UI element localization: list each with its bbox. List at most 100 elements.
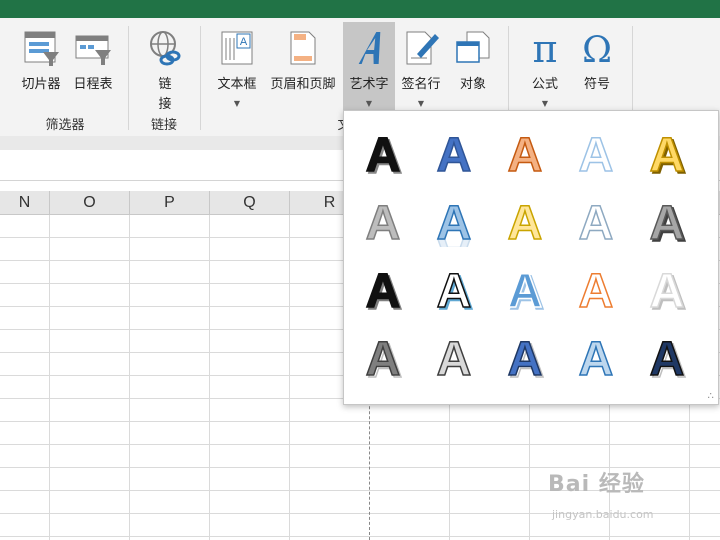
chevron-down-icon[interactable]: ▼ xyxy=(234,99,240,108)
wordart-style-option[interactable]: AA xyxy=(417,185,489,251)
grid-line xyxy=(129,215,130,540)
wordart-style-option[interactable]: A xyxy=(488,117,560,183)
textbox-button[interactable]: A 文本框 ▼ xyxy=(212,24,262,122)
wordart-style-option[interactable]: A xyxy=(488,185,560,251)
link-globe-icon xyxy=(150,31,181,66)
timeline-button[interactable]: 日程表 xyxy=(68,24,118,122)
svg-text:A: A xyxy=(437,265,472,315)
svg-text:A: A xyxy=(579,197,614,247)
svg-text:A: A xyxy=(366,265,401,315)
timeline-icon xyxy=(75,35,111,65)
svg-text:Ω: Ω xyxy=(582,30,612,68)
wordart-style-preview: A xyxy=(578,332,614,383)
svg-text:A: A xyxy=(366,197,401,247)
watermark-url: jingyan.baidu.com xyxy=(552,508,654,521)
wordart-style-preview: AA xyxy=(365,128,403,179)
wordart-style-preview: A xyxy=(578,128,614,179)
chevron-down-icon[interactable]: ▼ xyxy=(366,99,372,108)
wordart-style-preview: AA xyxy=(436,264,474,315)
wordart-style-preview: AA xyxy=(649,332,687,383)
chevron-down-icon[interactable]: ▼ xyxy=(542,99,548,108)
svg-text:A: A xyxy=(366,129,401,179)
svg-text:A: A xyxy=(579,333,614,383)
equation-button[interactable]: π 公式 ▼ xyxy=(520,24,570,122)
header-footer-button[interactable]: 页眉和页脚 xyxy=(263,24,343,122)
wordart-label: 艺术字 xyxy=(349,77,389,92)
group-label-links: 链接 xyxy=(150,118,177,133)
wordart-style-option[interactable]: AA xyxy=(488,321,560,387)
wordart-style-option[interactable]: A xyxy=(559,253,631,319)
chevron-down-icon[interactable]: ▼ xyxy=(418,99,424,108)
wordart-style-option[interactable]: A xyxy=(417,321,489,387)
symbol-label: 符号 xyxy=(583,77,610,92)
wordart-style-preview: AA xyxy=(365,332,403,383)
object-icon xyxy=(456,31,490,63)
slicer-icon xyxy=(24,31,59,66)
slicer-button[interactable]: 切片器 xyxy=(14,24,68,122)
grid-line xyxy=(0,421,720,422)
wordart-style-option[interactable]: A xyxy=(346,185,418,251)
timeline-label: 日程表 xyxy=(73,77,113,92)
wordart-style-preview: AA xyxy=(507,332,545,383)
symbol-button[interactable]: Ω 符号 xyxy=(572,24,622,122)
svg-text:A: A xyxy=(437,333,472,383)
column-header-o[interactable]: O xyxy=(50,191,130,215)
wordart-style-option[interactable]: A xyxy=(559,185,631,251)
svg-text:A: A xyxy=(650,265,685,315)
wordart-style-option[interactable]: A xyxy=(417,117,489,183)
grid-line xyxy=(0,536,720,537)
group-separator xyxy=(128,26,129,130)
wordart-style-preview: A xyxy=(365,196,401,247)
wordart-style-preview: A xyxy=(436,332,472,383)
svg-text:A: A xyxy=(366,333,401,383)
svg-text:A: A xyxy=(650,197,685,247)
wordart-style-option[interactable]: AA xyxy=(630,253,702,319)
link-button[interactable]: 链 接 xyxy=(140,24,190,122)
wordart-style-preview: A xyxy=(436,128,472,179)
omega-icon: Ω xyxy=(582,30,612,68)
object-label: 对象 xyxy=(459,77,486,92)
wordart-style-option[interactable]: AA xyxy=(630,185,702,251)
wordart-style-preview: AA xyxy=(649,128,687,179)
svg-text:A: A xyxy=(508,333,543,383)
wordart-style-preview: AA xyxy=(436,196,472,247)
signature-line-button[interactable]: 签名行 ▼ xyxy=(396,24,446,122)
signature-pen-icon xyxy=(406,31,439,65)
svg-text:A: A xyxy=(579,265,614,315)
pi-icon: π xyxy=(533,28,558,68)
wordart-style-option[interactable]: AA xyxy=(630,117,702,183)
watermark-brand: Bai 经验 xyxy=(548,472,645,497)
object-button[interactable]: 对象 xyxy=(448,24,498,122)
column-header-p[interactable]: P xyxy=(130,191,210,215)
svg-text:A: A xyxy=(508,129,543,179)
slicer-label: 切片器 xyxy=(21,77,61,92)
wordart-style-preview: A xyxy=(507,128,543,179)
column-header-n[interactable]: N xyxy=(0,191,50,215)
grid-line xyxy=(0,444,720,445)
svg-text:A: A xyxy=(437,197,472,247)
grid-line xyxy=(289,215,290,540)
wordart-style-option[interactable]: AA xyxy=(417,253,489,319)
wordart-style-option[interactable]: A xyxy=(559,321,631,387)
wordart-style-option[interactable]: AA xyxy=(488,253,560,319)
wordart-style-option[interactable]: AA xyxy=(346,321,418,387)
svg-text:A: A xyxy=(508,265,543,315)
group-separator xyxy=(200,26,201,130)
link-label-line2: 接 xyxy=(158,97,172,112)
wordart-style-preview: A xyxy=(578,196,614,247)
wordart-style-preview: AA xyxy=(365,264,403,315)
header-footer-icon xyxy=(290,31,316,65)
wordart-style-option[interactable]: AA xyxy=(630,321,702,387)
wordart-style-option[interactable]: A xyxy=(559,117,631,183)
column-header-q[interactable]: Q xyxy=(210,191,290,215)
svg-text:A: A xyxy=(650,129,685,179)
wordart-style-preview: AA xyxy=(507,264,545,315)
wordart-style-option[interactable]: AA xyxy=(346,253,418,319)
group-label-filters: 筛选器 xyxy=(45,118,85,133)
grid-line xyxy=(49,215,50,540)
wordart-style-preview: AA xyxy=(649,196,687,247)
svg-text:A: A xyxy=(579,129,614,179)
wordart-style-option[interactable]: AA xyxy=(346,117,418,183)
link-label-line1: 链 xyxy=(158,77,172,92)
resize-grip-icon[interactable]: ∴ xyxy=(708,391,714,402)
